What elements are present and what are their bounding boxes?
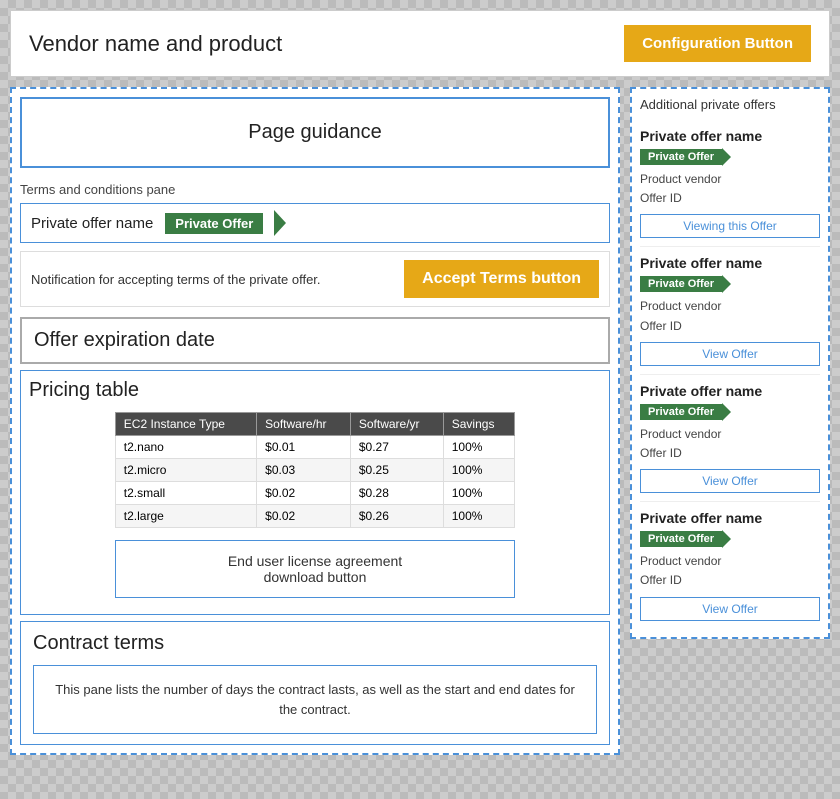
- main-layout: Page guidance Terms and conditions pane …: [10, 87, 830, 755]
- offer-name-row: Private offer name Private Offer: [20, 203, 610, 243]
- offer-card-badge-row: Private Offer: [640, 403, 820, 421]
- offer-card-badge-row: Private Offer: [640, 148, 820, 166]
- header: Vendor name and product Configuration Bu…: [10, 10, 830, 77]
- offer-card-button[interactable]: Viewing this Offer: [640, 214, 820, 238]
- offer-card-name: Private offer name: [640, 510, 820, 526]
- table-cell: t2.large: [115, 505, 256, 528]
- offer-cards-container: Private offer name Private Offer Product…: [640, 120, 820, 629]
- offer-badge-arrow-icon: [722, 148, 731, 166]
- offer-card-name: Private offer name: [640, 128, 820, 144]
- pricing-title: Pricing table: [29, 379, 601, 402]
- offer-card-name: Private offer name: [640, 255, 820, 271]
- accept-terms-button[interactable]: Accept Terms button: [404, 260, 599, 298]
- contract-title: Contract terms: [33, 632, 597, 655]
- offer-card-details: Product vendorOffer ID: [640, 552, 820, 590]
- pricing-table-header-row: EC2 Instance Type Software/hr Software/y…: [115, 413, 514, 436]
- table-cell: $0.02: [257, 505, 351, 528]
- offer-card: Private offer name Private Offer Product…: [640, 375, 820, 502]
- offer-card: Private offer name Private Offer Product…: [640, 502, 820, 628]
- pricing-section: Pricing table EC2 Instance Type Software…: [20, 370, 610, 615]
- table-cell: $0.27: [350, 436, 443, 459]
- offer-card-badge-row: Private Offer: [640, 275, 820, 293]
- offer-card-badge: Private Offer: [640, 149, 722, 165]
- table-cell: 100%: [443, 436, 514, 459]
- table-cell: 100%: [443, 482, 514, 505]
- table-cell: 100%: [443, 505, 514, 528]
- offer-card-button[interactable]: View Offer: [640, 469, 820, 493]
- table-row: t2.micro$0.03$0.25100%: [115, 459, 514, 482]
- offer-card-details: Product vendorOffer ID: [640, 170, 820, 208]
- configuration-button[interactable]: Configuration Button: [624, 25, 811, 62]
- table-cell: $0.26: [350, 505, 443, 528]
- offer-card-badge-row: Private Offer: [640, 530, 820, 548]
- offer-card: Private offer name Private Offer Product…: [640, 247, 820, 374]
- notification-row: Notification for accepting terms of the …: [20, 251, 610, 307]
- table-row: t2.nano$0.01$0.27100%: [115, 436, 514, 459]
- table-row: t2.large$0.02$0.26100%: [115, 505, 514, 528]
- eula-download-button[interactable]: End user license agreementdownload butto…: [115, 540, 515, 598]
- offer-badge-arrow-icon: [722, 275, 731, 293]
- offer-card-button[interactable]: View Offer: [640, 342, 820, 366]
- right-panel-title: Additional private offers: [640, 97, 820, 112]
- left-panel: Page guidance Terms and conditions pane …: [10, 87, 620, 755]
- offer-card-badge: Private Offer: [640, 404, 722, 420]
- col-header-savings: Savings: [443, 413, 514, 436]
- vendor-product-title: Vendor name and product: [29, 31, 282, 57]
- table-cell: $0.25: [350, 459, 443, 482]
- pricing-table: EC2 Instance Type Software/hr Software/y…: [115, 412, 515, 528]
- col-header-sw-yr: Software/yr: [350, 413, 443, 436]
- table-row: t2.small$0.02$0.28100%: [115, 482, 514, 505]
- terms-pane-label: Terms and conditions pane: [12, 176, 618, 199]
- table-cell: $0.28: [350, 482, 443, 505]
- table-cell: t2.small: [115, 482, 256, 505]
- table-cell: t2.micro: [115, 459, 256, 482]
- offer-card-details: Product vendorOffer ID: [640, 425, 820, 463]
- expiration-section: Offer expiration date: [20, 317, 610, 364]
- right-panel: Additional private offers Private offer …: [630, 87, 830, 639]
- badge-arrow-icon: [274, 210, 286, 236]
- table-cell: $0.01: [257, 436, 351, 459]
- col-header-sw-hr: Software/hr: [257, 413, 351, 436]
- private-offer-badge: Private Offer: [165, 213, 263, 234]
- contract-text: This pane lists the number of days the c…: [33, 665, 597, 734]
- offer-card-name: Private offer name: [640, 383, 820, 399]
- table-cell: $0.02: [257, 482, 351, 505]
- table-cell: 100%: [443, 459, 514, 482]
- page-guidance: Page guidance: [20, 97, 610, 168]
- contract-section: Contract terms This pane lists the numbe…: [20, 621, 610, 745]
- offer-card-badge: Private Offer: [640, 276, 722, 292]
- offer-badge-arrow-icon: [722, 403, 731, 421]
- offer-name-text: Private offer name: [31, 215, 153, 232]
- offer-card: Private offer name Private Offer Product…: [640, 120, 820, 247]
- offer-badge-arrow-icon: [722, 530, 731, 548]
- offer-card-details: Product vendorOffer ID: [640, 297, 820, 335]
- offer-card-badge: Private Offer: [640, 531, 722, 547]
- col-header-instance: EC2 Instance Type: [115, 413, 256, 436]
- notification-text: Notification for accepting terms of the …: [31, 272, 390, 287]
- table-cell: t2.nano: [115, 436, 256, 459]
- table-cell: $0.03: [257, 459, 351, 482]
- offer-card-button[interactable]: View Offer: [640, 597, 820, 621]
- expiration-title: Offer expiration date: [34, 329, 215, 351]
